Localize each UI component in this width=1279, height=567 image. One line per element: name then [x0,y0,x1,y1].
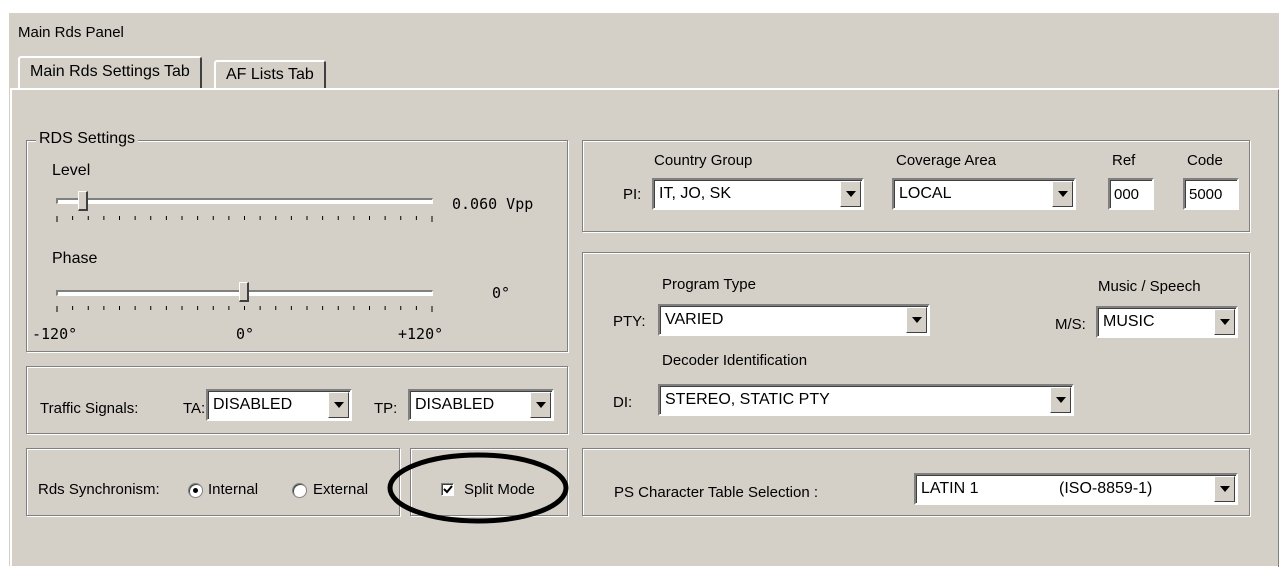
sync-internal-label[interactable]: Internal [208,481,258,498]
program-type-label: Program Type [662,276,756,293]
music-speech-select[interactable]: MUSIC [1096,306,1238,338]
tp-select-value: DISABLED [415,396,495,413]
ta-select[interactable]: DISABLED [206,389,352,421]
ps-table-value-detail: (ISO-8859-1) [1059,480,1153,497]
chevron-down-icon [1219,319,1230,325]
program-type-value: VARIED [665,311,724,328]
ps-table-label: PS Character Table Selection : [614,484,819,501]
window-left-margin [0,12,8,565]
level-slider-thumb[interactable] [77,191,88,211]
ta-select-value: DISABLED [213,396,293,413]
tab-af-lists[interactable]: AF Lists Tab [214,60,326,88]
chevron-down-icon [333,402,344,408]
level-label: Level [52,162,91,179]
level-slider-track[interactable] [56,198,433,204]
rds-settings-legend: RDS Settings [36,130,139,148]
ps-table-value: LATIN 1 [921,480,979,497]
radio-selected-dot [193,488,198,493]
sync-external-label[interactable]: External [313,481,368,498]
code-label: Code [1187,152,1223,169]
tab-main-rds-settings[interactable]: Main Rds Settings Tab [18,56,202,88]
decoder-identification-select[interactable]: STEREO, STATIC PTY [658,384,1074,416]
music-speech-dropdown-button[interactable] [1214,309,1235,335]
code-input[interactable]: 5000 [1183,178,1239,210]
annotation-ellipse [387,452,569,524]
phase-value: 0° [492,284,511,302]
decoder-identification-label: Decoder Identification [662,352,808,369]
program-type-dropdown-button[interactable] [906,307,927,333]
country-group-label: Country Group [654,152,753,169]
tab-af-lists-label: AF Lists Tab [226,66,314,83]
rds-settings-group [26,140,568,352]
country-group-select[interactable]: IT, JO, SK [652,178,864,210]
ps-table-select[interactable]: LATIN 1 (ISO-8859-1) [914,473,1238,505]
sync-external-radio[interactable] [292,483,307,498]
ta-label: TA: [183,400,206,417]
decoder-identification-value: STEREO, STATIC PTY [665,391,830,408]
music-speech-value: MUSIC [1103,313,1155,330]
decoder-identification-dropdown-button[interactable] [1050,387,1071,413]
level-slider-ticks [56,216,433,222]
chevron-down-icon [1055,397,1066,403]
chevron-down-icon [845,191,856,197]
rds-synchronism-label: Rds Synchronism: [38,481,160,498]
chevron-down-icon [1219,486,1230,492]
coverage-area-label: Coverage Area [896,152,997,169]
ref-input[interactable]: 000 [1108,178,1154,210]
chevron-down-icon [911,317,922,323]
pi-label: PI: [623,186,642,203]
coverage-area-dropdown-button[interactable] [1052,181,1073,207]
program-type-select[interactable]: VARIED [658,304,930,336]
phase-label: Phase [52,250,98,267]
ref-value: 000 [1114,185,1140,203]
coverage-area-select[interactable]: LOCAL [892,178,1076,210]
ta-dropdown-button[interactable] [328,392,349,418]
phase-mid-label: 0° [236,325,255,343]
tp-label: TP: [374,400,398,417]
ps-table-dropdown-button[interactable] [1214,476,1235,502]
sync-internal-radio[interactable] [188,483,203,498]
tp-dropdown-button[interactable] [530,392,551,418]
tab-main-rds-settings-label: Main Rds Settings Tab [30,63,190,80]
ms-label: M/S: [1055,316,1086,333]
di-label: DI: [613,394,633,411]
code-value: 5000 [1189,185,1223,203]
ref-label: Ref [1112,152,1136,169]
country-group-dropdown-button[interactable] [840,181,861,207]
country-group-value: IT, JO, SK [659,185,732,202]
tp-select[interactable]: DISABLED [408,389,554,421]
phase-slider-thumb[interactable] [238,282,249,302]
phase-max-label: +120° [398,325,444,343]
music-speech-header: Music / Speech [1098,278,1201,295]
traffic-signals-label: Traffic Signals: [40,400,139,417]
chevron-down-icon [1057,191,1068,197]
panel-title: Main Rds Panel [18,24,124,41]
phase-min-label: -120° [32,325,78,343]
level-value: 0.060 Vpp [452,195,534,213]
coverage-area-value: LOCAL [899,185,952,202]
phase-slider-ticks [56,306,433,312]
pty-label: PTY: [613,313,646,330]
chevron-down-icon [535,402,546,408]
